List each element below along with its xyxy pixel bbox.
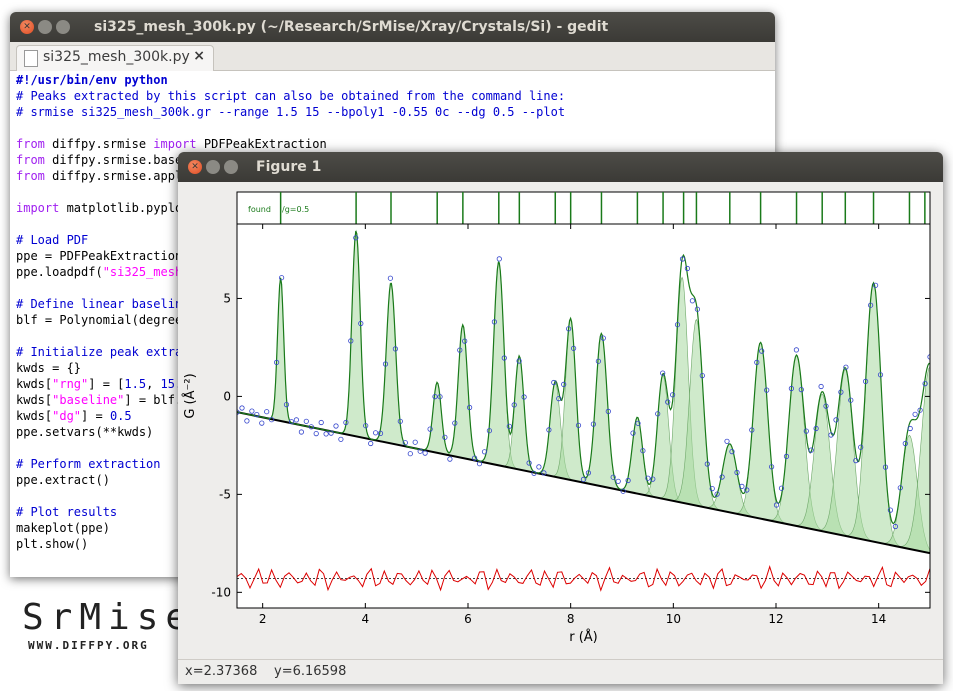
code-token: plt.show()	[16, 537, 89, 551]
figure-window: ✕ Figure 1 found/g=0.5 2 4 6 8 10 12 14 -10 -5 0 5 r…	[178, 152, 943, 684]
x-tick-label: 10	[666, 612, 681, 626]
code-token: ] =	[81, 409, 110, 423]
x-tick-label: 8	[567, 612, 575, 626]
code-token: # Define linear baseline	[16, 297, 190, 311]
gedit-window-title: si325_mesh_300k.py (~/Research/SrMise/Xr…	[94, 19, 609, 35]
found-panel	[236, 191, 931, 225]
code-line: #!/usr/bin/env python	[16, 72, 565, 88]
status-bar: x=2.37368 y=6.16598	[178, 659, 943, 684]
code-token: # Perform extraction	[16, 457, 161, 471]
code-line: # srmise si325_mesh_300k.gr --range 1.5 …	[16, 104, 565, 120]
code-token: diffpy.srmise	[44, 137, 154, 151]
code-token: kwds[	[16, 377, 53, 391]
tab-close-icon[interactable]: ×	[193, 48, 205, 64]
logo-url: WWW.DIFFPY.ORG	[28, 639, 149, 652]
code-token: ppe.setvars(**kwds)	[16, 425, 154, 439]
found-label: found	[248, 205, 271, 214]
y-tick-label: 5	[223, 291, 231, 305]
x-axis-label: r (Å)	[569, 629, 598, 645]
figure-titlebar[interactable]: ✕ Figure 1	[178, 152, 943, 182]
logo-name: SrMise	[22, 597, 195, 638]
close-button[interactable]: ✕	[20, 20, 34, 34]
y-axis-label: G (Å⁻²)	[182, 373, 198, 418]
code-token: "dg"	[52, 409, 82, 423]
code-token: #!/usr/bin/env python	[16, 73, 168, 87]
x-tick-label: 6	[464, 612, 472, 626]
code-token: # Plot results	[16, 505, 118, 519]
minimize-button[interactable]	[38, 20, 52, 34]
code-token: import	[16, 201, 60, 215]
maximize-button[interactable]	[56, 20, 70, 34]
x-tick-label: 12	[768, 612, 783, 626]
code-line: # Peaks extracted by this script can als…	[16, 88, 565, 104]
code-token: ppe.extract()	[16, 473, 110, 487]
figure-maximize-button[interactable]	[224, 160, 238, 174]
code-token: ] = [	[88, 377, 125, 391]
code-token: from	[16, 153, 45, 167]
code-token: blf = Polynomial(degree=1)	[16, 313, 204, 327]
tab-si325-mesh-300k[interactable]: si325_mesh_300k.py ×	[16, 45, 214, 71]
x-tick-label: 2	[259, 612, 267, 626]
code-token: ppe.loadpdf(	[16, 265, 103, 279]
dg-label: /g=0.5	[282, 205, 309, 214]
y-tick-label: -5	[219, 487, 231, 501]
tab-bar: si325_mesh_300k.py ×	[10, 42, 775, 71]
code-token: ,	[146, 377, 161, 391]
code-token: from	[16, 137, 45, 151]
code-token: kwds[	[16, 393, 53, 407]
code-token: kwds = {}	[16, 361, 82, 375]
x-tick-label: 14	[871, 612, 886, 626]
code-token: # srmise si325_mesh_300k.gr --range 1.5 …	[16, 105, 566, 119]
cursor-x-readout: x=2.37368	[185, 664, 258, 679]
code-token: # Load PDF	[16, 233, 89, 247]
x-tick-label: 4	[362, 612, 370, 626]
code-token: from	[16, 169, 45, 183]
figure-close-button[interactable]: ✕	[188, 160, 202, 174]
code-token: 1.5	[124, 377, 147, 391]
tab-label: si325_mesh_300k.py	[43, 49, 190, 65]
code-token: PDFPeakExtraction	[196, 137, 327, 151]
file-icon	[24, 50, 38, 67]
code-token: makeplot(ppe)	[16, 521, 110, 535]
plot-canvas[interactable]: found/g=0.5 2 4 6 8 10 12 14 -10 -5 0 5 r (Å) G (Å⁻²)	[178, 182, 943, 660]
code-token: 0.5	[109, 409, 132, 423]
gedit-titlebar[interactable]: ✕ si325_mesh_300k.py (~/Research/SrMise/…	[10, 12, 775, 42]
code-token: "rng"	[52, 377, 89, 391]
code-line: from diffpy.srmise import PDFPeakExtract…	[16, 136, 565, 152]
y-tick-label: 0	[223, 389, 231, 403]
code-token: # Peaks extracted by this script can als…	[16, 89, 566, 103]
figure-title: Figure 1	[256, 159, 322, 175]
code-token: kwds[	[16, 409, 53, 423]
srmise-logo: SrMise WWW.DIFFPY.ORG	[22, 597, 194, 652]
code-token: "baseline"	[52, 393, 125, 407]
code-token: ppe = PDFPeakExtraction()	[16, 249, 197, 263]
figure-minimize-button[interactable]	[206, 160, 220, 174]
cursor-y-readout: y=6.16598	[274, 664, 347, 679]
code-token: import	[153, 137, 197, 151]
y-tick-label: -10	[211, 585, 231, 599]
